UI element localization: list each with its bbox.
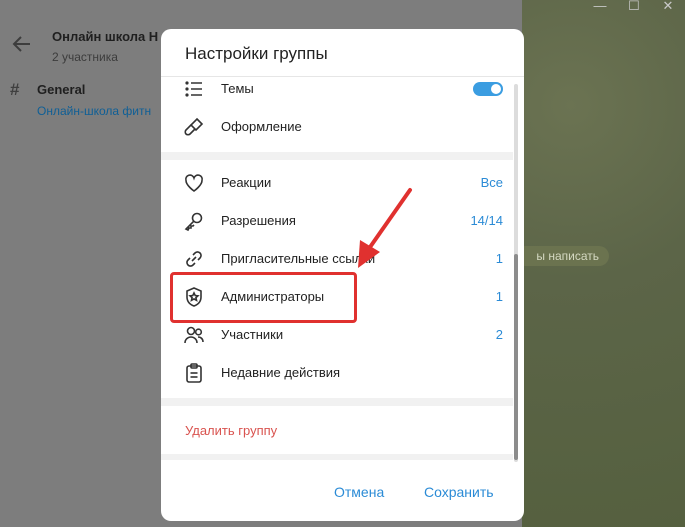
- write-hint-pill: ы написать: [515, 246, 609, 266]
- settings-item-label: Оформление: [221, 119, 302, 134]
- hash-icon: #: [10, 80, 20, 99]
- key-icon: [183, 210, 205, 232]
- maximize-button[interactable]: ☐: [617, 0, 651, 14]
- back-arrow-icon[interactable]: [12, 34, 32, 58]
- clipboard-icon: [183, 362, 205, 384]
- list-icon: [183, 78, 205, 100]
- chat-member-count: 2 участника: [52, 50, 118, 64]
- section-gap: [161, 454, 513, 460]
- topic-preview: Онлайн-школа фитн: [37, 104, 152, 118]
- section-gap: [161, 398, 513, 406]
- settings-item-value: 2: [495, 327, 503, 342]
- settings-item-appearance[interactable]: Оформление: [161, 108, 513, 146]
- settings-item-label: Участники: [221, 327, 284, 342]
- window-controls: — ☐ ✕: [583, 0, 685, 14]
- minimize-button[interactable]: —: [583, 0, 617, 14]
- cancel-button[interactable]: Отмена: [334, 484, 384, 500]
- topic-title[interactable]: General: [37, 82, 85, 97]
- annotation-highlight-box: [170, 272, 357, 323]
- scrollbar-thumb[interactable]: [514, 254, 518, 460]
- topics-toggle[interactable]: [473, 82, 503, 96]
- link-icon: [183, 248, 205, 270]
- close-window-button[interactable]: ✕: [651, 0, 685, 14]
- settings-item-permissions[interactable]: Разрешения 14/14: [161, 202, 513, 240]
- settings-item-value: 1: [495, 289, 503, 304]
- section-gap: [161, 152, 513, 160]
- users-icon: [183, 324, 205, 346]
- settings-item-value: 14/14: [470, 213, 503, 228]
- settings-item-label: Реакции: [221, 175, 272, 190]
- settings-item-value: 1: [495, 251, 503, 266]
- heart-icon: [183, 172, 205, 194]
- dialog-title: Настройки группы: [185, 44, 328, 63]
- settings-item-label: Недавние действия: [221, 365, 341, 380]
- settings-item-topics[interactable]: Темы: [161, 70, 513, 108]
- settings-item-reactions[interactable]: Реакции Все: [161, 164, 513, 202]
- delete-group-button[interactable]: Удалить группу: [185, 423, 277, 438]
- settings-item-label: Темы: [221, 81, 254, 96]
- brush-icon: [183, 116, 205, 138]
- settings-item-label: Разрешения: [221, 213, 296, 228]
- settings-item-recent-actions[interactable]: Недавние действия: [161, 354, 513, 392]
- settings-item-label: Пригласительные ссылки: [221, 251, 376, 266]
- settings-item-value: Все: [480, 175, 503, 190]
- chat-title: Онлайн школа Н: [52, 29, 159, 44]
- save-button[interactable]: Сохранить: [424, 484, 494, 500]
